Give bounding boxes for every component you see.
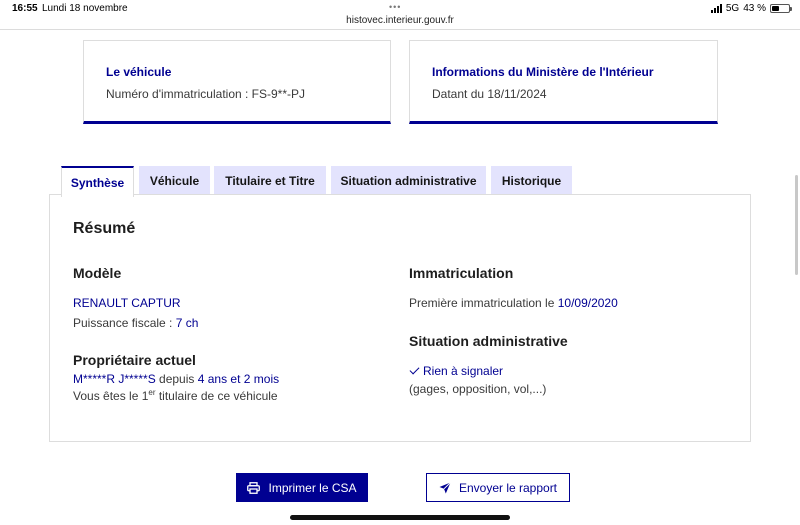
status-date: Lundi 18 novembre (42, 3, 128, 14)
vehicle-card: Le véhicule Numéro d'immatriculation : F… (83, 40, 391, 124)
summary-panel: Résumé Modèle RENAULT CAPTUR Puissance f… (49, 194, 751, 442)
battery-percent: 43 % (743, 3, 766, 14)
print-csa-button[interactable]: Imprimer le CSA (236, 473, 368, 502)
send-report-label: Envoyer le rapport (458, 480, 558, 495)
fiscal-power-label: Puissance fiscale : (73, 316, 176, 330)
model-name: RENAULT CAPTUR (73, 296, 181, 310)
url-bar[interactable]: histovec.interieur.gouv.fr (0, 15, 800, 26)
first-registration: Première immatriculation le 10/09/2020 (409, 296, 618, 310)
signal-icon (710, 4, 722, 13)
send-report-button[interactable]: Envoyer le rapport (426, 473, 570, 502)
owner-rank-sup: er (148, 388, 156, 397)
status-indicators: 5G 43 % (710, 3, 792, 14)
registration-heading: Immatriculation (409, 265, 514, 281)
tab-situation-administrative[interactable]: Situation administrative (331, 166, 486, 195)
tab-synthese[interactable]: Synthèse (61, 166, 134, 197)
owner-rank-prefix: Vous êtes le 1 (73, 389, 149, 403)
model-heading: Modèle (73, 265, 122, 281)
data-date: Datant du 18/11/2024 (432, 87, 547, 101)
tab-titulaire-titre[interactable]: Titulaire et Titre (214, 166, 326, 195)
print-csa-label: Imprimer le CSA (268, 480, 357, 495)
send-icon (439, 481, 451, 493)
fiscal-power: Puissance fiscale : 7 ch (73, 316, 198, 330)
owner-heading: Propriétaire actuel (73, 352, 196, 368)
ministry-card: Informations du Ministère de l'Intérieur… (409, 40, 718, 124)
admin-status-heading: Situation administrative (409, 333, 568, 349)
tab-vehicule[interactable]: Véhicule (139, 166, 210, 195)
fiscal-power-value: 7 ch (175, 316, 199, 330)
owner-since-value: 4 ans et 2 mois (197, 372, 280, 386)
first-registration-date: 10/09/2020 (557, 296, 618, 310)
network-label: 5G (725, 3, 740, 14)
page-scrollbar[interactable] (795, 175, 798, 275)
owner-name: M*****R J*****S (73, 372, 156, 386)
owner-rank-suffix: titulaire de ce véhicule (155, 389, 278, 403)
admin-status-note: (gages, opposition, vol,...) (409, 382, 547, 396)
owner-rank: Vous êtes le 1er titulaire de ce véhicul… (73, 388, 278, 404)
battery-icon (770, 4, 792, 13)
vehicle-card-title: Le véhicule (106, 65, 172, 79)
ministry-card-title: Informations du Ministère de l'Intérieur (432, 65, 654, 79)
status-time: 16:55 (12, 3, 38, 14)
multitask-dots[interactable]: ••• (389, 2, 401, 12)
home-indicator[interactable] (290, 515, 510, 520)
summary-title: Résumé (73, 220, 136, 237)
printer-icon (247, 481, 261, 494)
owner-since-label: depuis (155, 372, 198, 386)
admin-status-text: Rien à signaler (423, 364, 504, 378)
registration-number: Numéro d'immatriculation : FS-9**-PJ (106, 87, 306, 101)
check-icon (409, 364, 420, 375)
browser-status-bar: 16:55 Lundi 18 novembre ••• histovec.int… (0, 0, 800, 30)
admin-status: Rien à signaler (409, 364, 504, 378)
tab-historique[interactable]: Historique (491, 166, 572, 195)
first-registration-label: Première immatriculation le (409, 296, 558, 310)
owner-line: M*****R J*****S depuis 4 ans et 2 mois (73, 372, 279, 386)
